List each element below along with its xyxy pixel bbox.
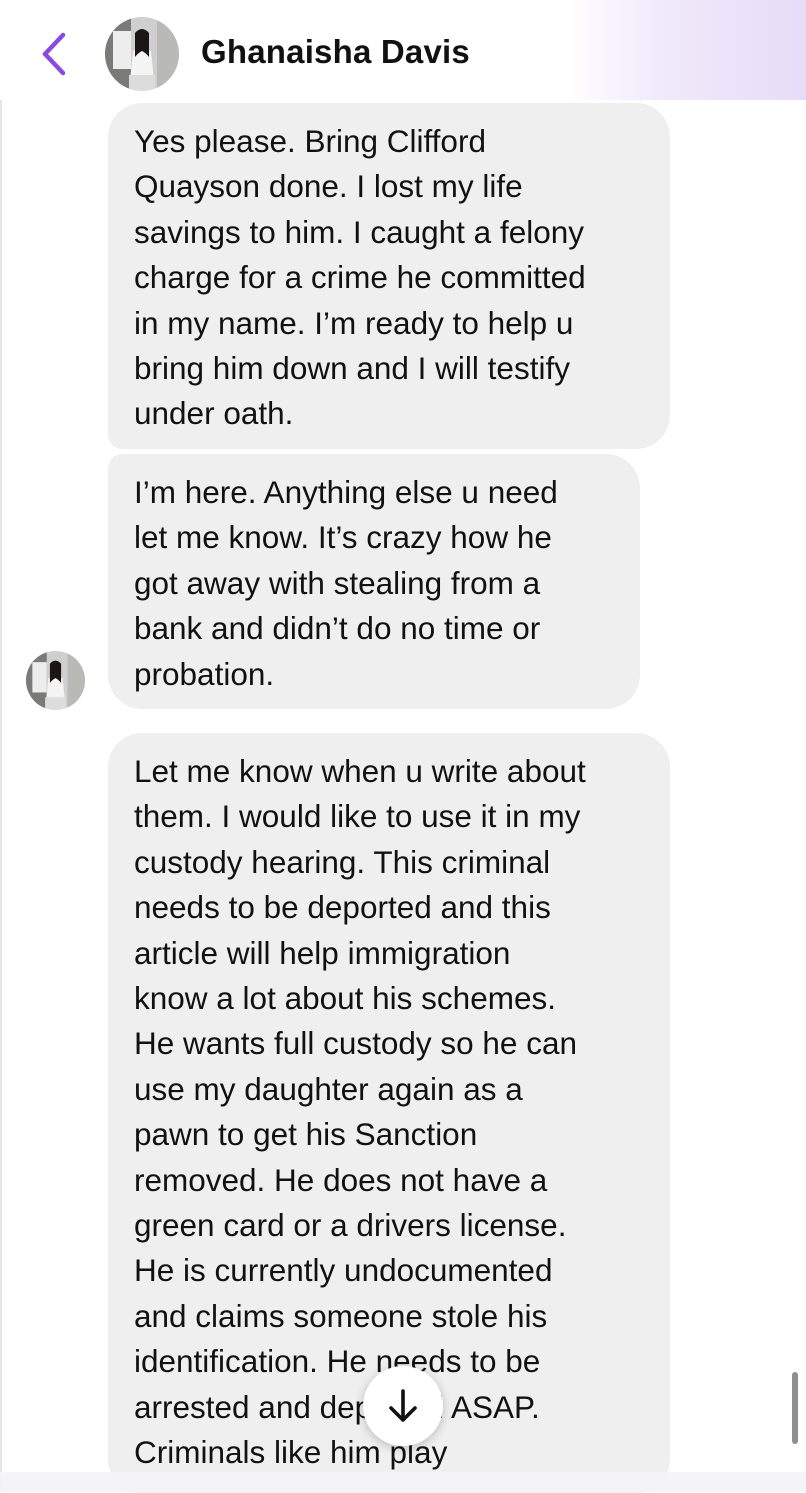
chevron-left-icon [42,32,66,76]
screen-edge [0,0,2,1492]
back-button[interactable] [30,28,78,80]
sender-avatar[interactable] [26,651,85,710]
scroll-to-bottom-button[interactable] [363,1366,443,1446]
scrollbar[interactable] [792,1372,798,1444]
conversation-header: Ghanaisha Davis [0,0,806,100]
message-bubble[interactable]: I’m here. Anything else u need let me kn… [108,454,640,709]
contact-avatar[interactable] [105,17,179,91]
composer-edge [0,1472,806,1492]
message-bubble[interactable]: Yes please. Bring Clifford Quayson done.… [108,103,670,449]
contact-name[interactable]: Ghanaisha Davis [201,33,470,71]
avatar-photo [105,17,179,91]
avatar-photo [26,651,85,710]
arrow-down-icon [389,1389,417,1422]
